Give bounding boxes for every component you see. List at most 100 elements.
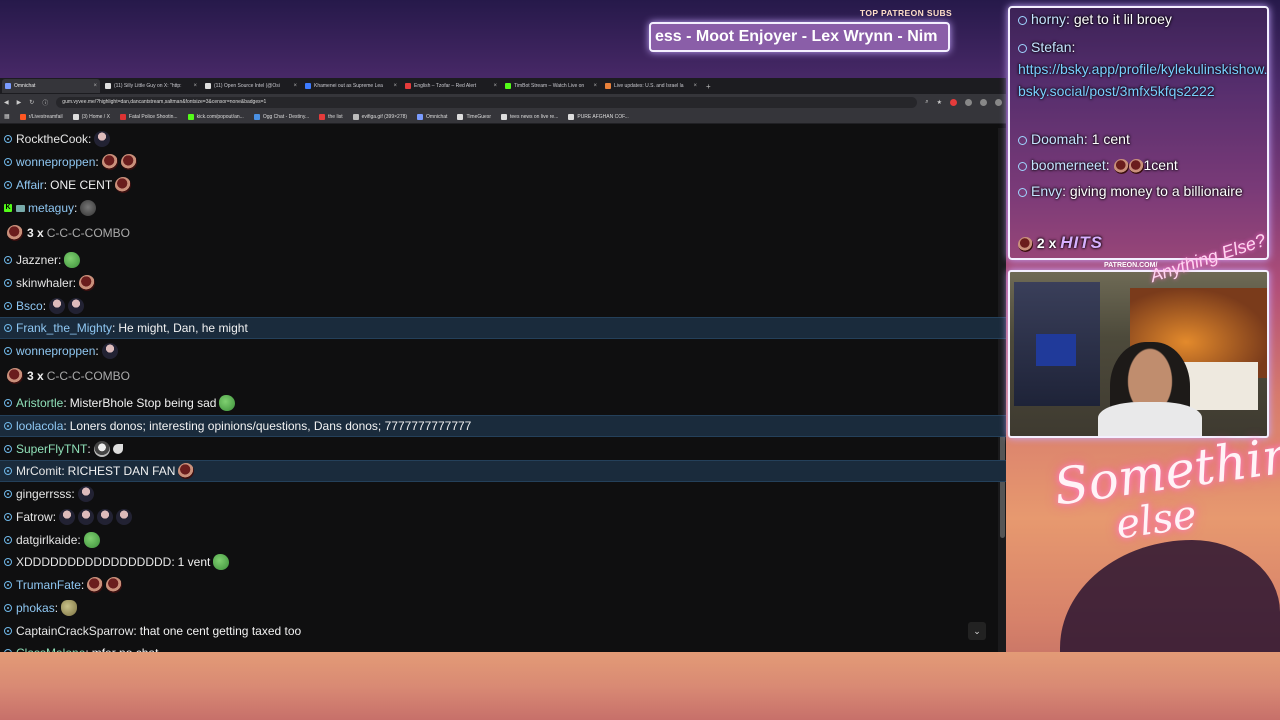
bookmark-favicon-icon (253, 113, 260, 120)
chat-username[interactable]: Affair (16, 178, 44, 192)
dog-emote-icon (80, 200, 97, 216)
combo-row: 3 x C-C-C-COMBO (0, 222, 1006, 244)
chat-username[interactable]: Jazzner (16, 253, 58, 267)
browser-tab[interactable]: Live updates: U.S. and Israel la × (602, 79, 700, 93)
bookmark-item[interactable]: PURE AFGHAN COF... (568, 113, 629, 120)
chat-message: Fatrow: (0, 506, 1006, 528)
close-icon[interactable]: × (393, 83, 397, 89)
chat-username[interactable]: SuperFlyTNT (16, 442, 87, 456)
platform-badge-icon (4, 324, 12, 332)
extension-icon[interactable] (965, 98, 972, 106)
tab-label: Khamenei out as Supreme Lea (314, 83, 383, 89)
close-icon[interactable]: × (493, 83, 497, 89)
chat-colon: : (74, 201, 78, 215)
chat-colon: : (95, 344, 99, 358)
platform-badge-icon (4, 347, 12, 355)
bookmark-favicon-icon (187, 113, 194, 120)
bookmark-item[interactable]: Ogg Chat - Destiny... (253, 113, 309, 120)
chat-colon: : (63, 396, 67, 410)
bookmark-label: PURE AFGHAN COF... (577, 113, 629, 120)
bookmark-label: TimeGuesr (466, 113, 491, 120)
new-tab-button[interactable]: + (706, 82, 711, 91)
close-icon[interactable]: × (293, 83, 297, 89)
platform-badge-icon (4, 445, 12, 453)
close-icon[interactable]: × (193, 83, 197, 89)
browser-tab[interactable]: English – Tzofar – Red Alert × (402, 79, 500, 93)
chat-username[interactable]: gingerrsss (16, 487, 71, 501)
zoom-icon[interactable]: ⌕ (925, 99, 928, 106)
bookmark-item[interactable]: evifiga.gif (399×278) (352, 113, 408, 120)
platform-badge-icon (4, 467, 12, 475)
chat-username[interactable]: XDDDDDDDDDDDDDDDDD (16, 555, 171, 569)
bookmark-item[interactable]: TimeGuesr (457, 113, 491, 120)
browser-tab[interactable]: Khamenei out as Supreme Lea × (302, 79, 400, 93)
chat-text: ONE CENT (50, 178, 113, 192)
bookmark-star-icon[interactable]: ★ (937, 99, 942, 106)
close-icon[interactable]: × (93, 83, 97, 89)
bookmark-label: evifiga.gif (399×278) (361, 113, 408, 120)
chat-username[interactable]: Aristortle (16, 396, 63, 410)
webcam-blue-object (1036, 334, 1076, 366)
chat-colon: : (42, 299, 47, 313)
chat-username[interactable]: ClassMalone (16, 646, 85, 652)
browser-tab[interactable]: Omnichat × (2, 79, 100, 93)
bookmark-item[interactable]: tees news on live re... (501, 113, 558, 120)
chat-username[interactable]: MrComit (16, 464, 61, 478)
chat-username[interactable]: RocktheCook (16, 132, 88, 146)
bookmark-item[interactable]: Fatal Police Shootin... (119, 113, 178, 120)
side-chat-text: 1 cent (1091, 131, 1130, 147)
profile-icon[interactable] (995, 98, 1002, 106)
tab-label: English – Tzofar – Red Alert (414, 83, 477, 89)
chat-username[interactable]: skinwhaler (16, 276, 73, 290)
bookmark-favicon-icon (568, 113, 575, 120)
close-icon[interactable]: × (593, 83, 597, 89)
browser-tab[interactable]: TimBot Stream – Watch Live on × (502, 79, 600, 93)
platform-badge-icon (4, 581, 12, 589)
chat-colon: : (80, 578, 85, 592)
site-info-icon[interactable]: ⓘ (42, 98, 48, 107)
chat-username[interactable]: CaptainCrackSparrow (16, 624, 133, 638)
forward-icon[interactable]: ▶ (17, 99, 22, 106)
chat-username[interactable]: wonneproppen (16, 344, 95, 358)
streamer-shirt (1098, 402, 1202, 436)
extension-icon[interactable] (980, 98, 987, 106)
pepe-emote-icon (213, 554, 230, 570)
close-icon[interactable]: × (693, 83, 697, 89)
coin-emote-icon (120, 154, 137, 170)
bookmarks-bar: ▦ r/Livestreamfail (3) Home / X Fatal Polic… (0, 110, 1006, 124)
extension-icon[interactable] (950, 98, 957, 106)
chat-username[interactable]: Fatrow (16, 510, 53, 524)
chat-username[interactable]: wonneproppen (16, 155, 95, 169)
bookmark-item[interactable]: r/Livestreamfail (19, 113, 63, 120)
chat-colon: : (63, 419, 67, 433)
bookmark-item[interactable]: the list (319, 113, 343, 120)
tab-favicon-icon (105, 83, 111, 89)
chat-username[interactable]: metaguy (28, 201, 74, 215)
chat-username[interactable]: TrumanFate (16, 578, 81, 592)
apps-grid-icon[interactable]: ▦ (4, 113, 10, 120)
bookmark-item[interactable]: (3) Home / X (72, 113, 110, 120)
chat-username[interactable]: datgirlkaide (16, 533, 77, 547)
chat-username[interactable]: phokas (16, 601, 55, 615)
chat-message: Affair: ONE CENT (0, 174, 1006, 196)
browser-tab[interactable]: (11) Silly Little Guy on X: "http: × (102, 79, 200, 93)
side-chat-message: boomerneet: 1cent (1018, 154, 1267, 176)
chat-username[interactable]: Frank_the_Mighty (16, 321, 112, 335)
browser-tab[interactable]: (11) Open Source Intel (@Osi × (202, 79, 300, 93)
back-icon[interactable]: ◀ (4, 99, 9, 106)
chat-username[interactable]: loolacola (16, 419, 63, 433)
reload-icon[interactable]: ↻ (29, 99, 34, 106)
side-chat-link[interactable]: https://bsky.app/profile/kylekulinskisho… (1018, 61, 1267, 99)
chat-text: RICHEST DAN FAN (67, 464, 176, 478)
bookmark-item[interactable]: kick.com/popout/an... (187, 113, 244, 120)
url-field[interactable]: gum.vyvee.me/?highlight=dan,dancantstrea… (56, 96, 918, 108)
chat-username[interactable]: Bsco (16, 299, 43, 313)
bookmark-favicon-icon (119, 113, 126, 120)
tab-favicon-icon (405, 83, 411, 89)
bookmark-item[interactable]: Omnichat (417, 113, 447, 120)
chat-colon: : (171, 555, 175, 569)
chat-colon: : (112, 321, 116, 335)
gman-emote-icon (101, 343, 118, 359)
chat-message: phokas: (0, 597, 1006, 619)
coin-emote-icon (178, 463, 195, 479)
